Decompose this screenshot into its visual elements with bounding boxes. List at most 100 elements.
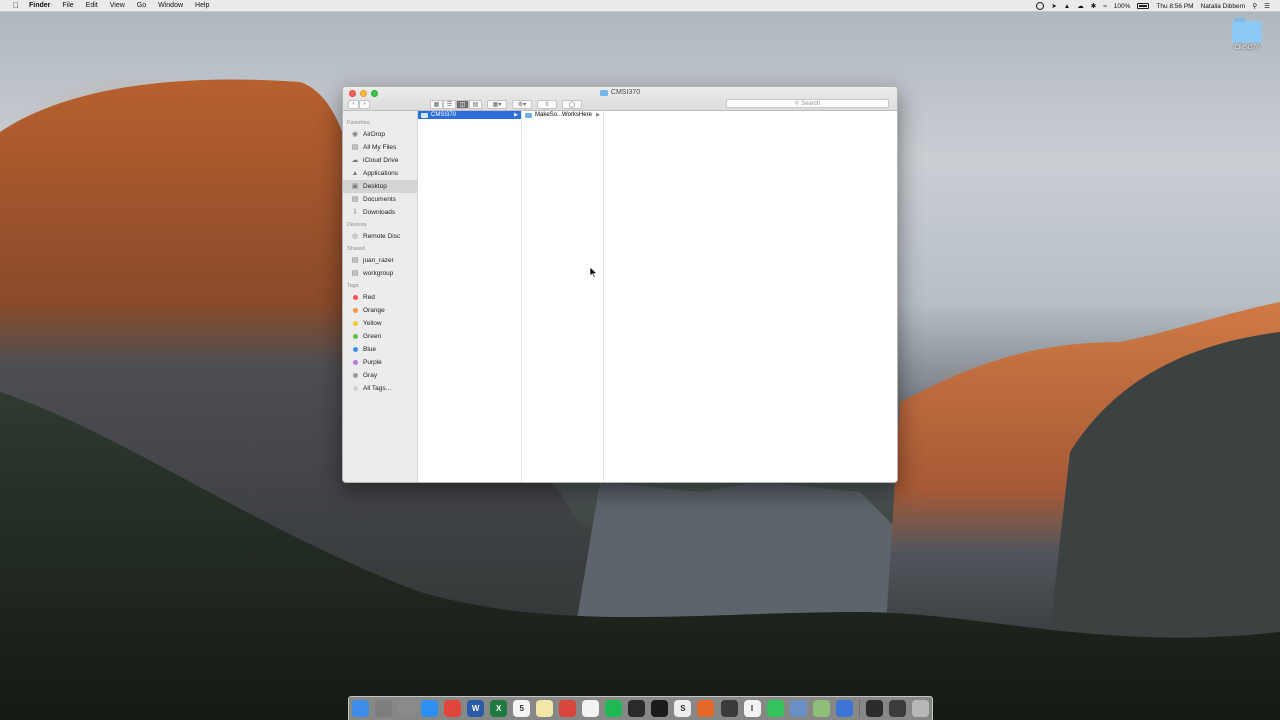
sidebar-tag-green[interactable]: Green	[343, 330, 417, 343]
sidebar-tag-red[interactable]: Red	[343, 291, 417, 304]
sublime-icon[interactable]: S	[674, 700, 692, 717]
spotlight-icon[interactable]: ⚲	[1252, 2, 1257, 10]
coverflow-view-button[interactable]: ▤	[469, 99, 482, 109]
sidebar-tag-gray[interactable]: Gray	[343, 369, 417, 382]
trash-icon[interactable]	[911, 700, 929, 717]
word-icon[interactable]: W	[467, 700, 485, 717]
sidebar-tag-yellow[interactable]: Yellow	[343, 317, 417, 330]
itunes-icon[interactable]	[835, 700, 853, 717]
title-bar[interactable]: CMSI370 ‹ › ▦ ☰ ◫ ▤ ▦▾ ⚙▾ ⇧ ◯ ⚲ Search	[343, 87, 897, 111]
list-item[interactable]: MakeSo...WorksHere ▶	[522, 111, 603, 119]
spotify-icon[interactable]	[605, 700, 623, 717]
column-2[interactable]: MakeSo...WorksHere ▶	[522, 111, 604, 482]
tag-dot-icon	[353, 347, 358, 352]
photos-icon[interactable]	[582, 700, 600, 717]
menu-edit[interactable]: Edit	[86, 2, 98, 9]
list-view-button[interactable]: ☰	[443, 99, 456, 109]
display-icon[interactable]	[888, 700, 906, 717]
location-icon[interactable]: ➤	[1051, 2, 1056, 10]
matlab-icon[interactable]	[697, 700, 715, 717]
bluetooth-icon[interactable]: ✱	[1091, 2, 1096, 10]
sidebar-item-label: Blue	[363, 346, 377, 353]
safari-icon[interactable]	[421, 700, 439, 717]
tag-button[interactable]: ◯	[562, 99, 582, 109]
search-placeholder: Search	[801, 100, 821, 107]
user-name[interactable]: Natalia Dibbern	[1201, 3, 1246, 10]
share-button[interactable]: ⇧	[537, 99, 557, 109]
item-label: CMSI370	[431, 112, 457, 118]
preview-icon[interactable]	[789, 700, 807, 717]
sidebar-item-label: Desktop	[363, 183, 387, 190]
textedit-icon[interactable]: I	[743, 700, 761, 717]
column-3[interactable]	[604, 111, 897, 482]
menu-file[interactable]: File	[62, 2, 73, 9]
folder-icon	[599, 89, 608, 96]
sidebar-header-shared: Shared	[347, 246, 365, 252]
view-switcher: ▦ ☰ ◫ ▤	[430, 99, 482, 109]
apple-menu-icon[interactable]: 	[11, 1, 21, 11]
app-icon[interactable]	[812, 700, 830, 717]
chrome-icon[interactable]	[444, 700, 462, 717]
sidebar-item-desktop[interactable]: ▣ Desktop	[343, 180, 417, 193]
sidebar-item-workgroup[interactable]: ▤ workgroup	[343, 267, 417, 280]
gear-app-icon[interactable]	[865, 700, 883, 717]
sidebar-item-downloads[interactable]: ⇩ Downloads	[343, 206, 417, 219]
sidebar-item-documents[interactable]: ▤ Documents	[343, 193, 417, 206]
search-icon: ⚲	[794, 101, 800, 107]
finder-icon[interactable]	[352, 700, 369, 717]
menu-go[interactable]: Go	[137, 2, 146, 9]
search-field[interactable]: ⚲ Search	[726, 99, 889, 108]
list-item[interactable]: CMSI370 ▶	[418, 111, 521, 119]
launchpad-icon[interactable]	[398, 700, 416, 717]
wifi-icon[interactable]: ≈	[1103, 3, 1107, 10]
folder-icon	[1232, 18, 1262, 43]
sidebar-item-label: Gray	[363, 372, 378, 379]
sidebar-tag-purple[interactable]: Purple	[343, 356, 417, 369]
sidebar-item-icloud-drive[interactable]: ☁ iCloud Drive	[343, 154, 417, 167]
menu-view[interactable]: View	[110, 2, 125, 9]
applications-icon: ▲	[351, 170, 359, 177]
back-button[interactable]: ‹	[348, 99, 359, 109]
menu-app-name[interactable]: Finder	[29, 2, 50, 9]
recording-icon[interactable]	[1036, 2, 1045, 10]
column-1[interactable]: CMSI370 ▶	[418, 111, 522, 482]
terminal-icon[interactable]	[628, 700, 646, 717]
console-icon[interactable]	[720, 700, 738, 717]
excel-icon[interactable]: X	[490, 700, 508, 717]
sidebar-item-label: Green	[363, 333, 382, 340]
toolbar: ‹ › ▦ ☰ ◫ ▤ ▦▾ ⚙▾ ⇧ ◯ ⚲ Search	[348, 99, 893, 109]
sidebar-item-juan-razer[interactable]: ▤ juan_razer	[343, 254, 417, 267]
all-files-icon: ▤	[351, 144, 359, 151]
system-preferences-icon[interactable]	[375, 700, 393, 717]
desktop-folder[interactable]: CMSI370	[1229, 18, 1265, 51]
battery-percent[interactable]: 100%	[1114, 3, 1131, 10]
clock[interactable]: Thu 8:56 PM	[1156, 3, 1193, 10]
notification-center-icon[interactable]: ☰	[1264, 2, 1270, 10]
menu-help[interactable]: Help	[195, 2, 209, 9]
whatsapp-icon[interactable]	[766, 700, 784, 717]
sidebar-item-label: juan_razer	[363, 257, 394, 264]
icon-view-button[interactable]: ▦	[430, 99, 443, 109]
calendar-icon[interactable]: 5	[513, 700, 531, 717]
sync-icon[interactable]: ☁	[1077, 2, 1084, 10]
forward-button[interactable]: ›	[359, 99, 370, 109]
sidebar-item-remote-disc[interactable]: ◎ Remote Disc	[343, 230, 417, 243]
intellij-icon[interactable]	[651, 700, 669, 717]
battery-icon[interactable]	[1137, 3, 1150, 9]
sidebar-tag-all-tags[interactable]: All Tags...	[343, 382, 417, 395]
sidebar-tag-blue[interactable]: Blue	[343, 343, 417, 356]
notes-icon[interactable]	[536, 700, 554, 717]
folder-icon	[421, 112, 428, 118]
sidebar-tag-orange[interactable]: Orange	[343, 304, 417, 317]
todoist-icon[interactable]	[559, 700, 577, 717]
sidebar-item-all-my-files[interactable]: ▤ All My Files	[343, 141, 417, 154]
sidebar-item-airdrop[interactable]: ◉ AirDrop	[343, 128, 417, 141]
sidebar-item-applications[interactable]: ▲ Applications	[343, 167, 417, 180]
column-view-button[interactable]: ◫	[456, 99, 469, 109]
action-gear-button[interactable]: ⚙▾	[512, 99, 532, 109]
drive-icon[interactable]: ▲	[1064, 3, 1070, 10]
menu-window[interactable]: Window	[158, 2, 183, 9]
tag-dot-icon	[353, 295, 358, 300]
sidebar-item-label: Documents	[363, 196, 396, 203]
arrange-button[interactable]: ▦▾	[487, 99, 507, 109]
